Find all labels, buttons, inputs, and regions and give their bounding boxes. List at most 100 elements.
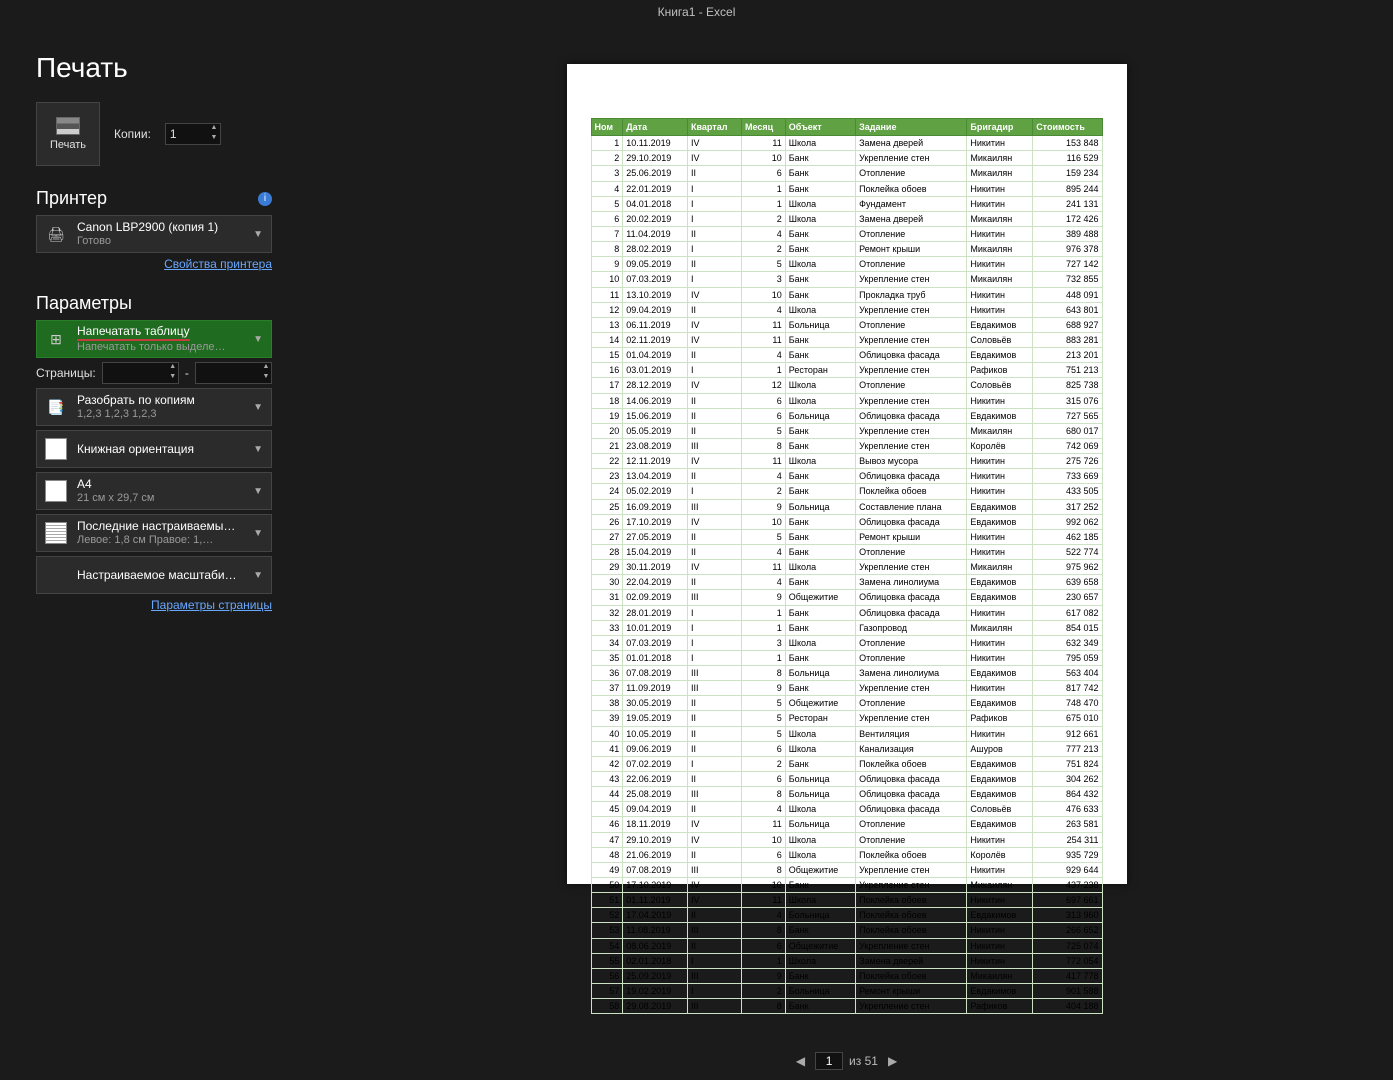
page-icon bbox=[45, 480, 67, 502]
collate-line1: Разобрать по копиям bbox=[77, 393, 243, 407]
nav-prev[interactable]: ◀ bbox=[792, 1054, 809, 1068]
margins-icon bbox=[45, 522, 67, 544]
pagesize-dropdown[interactable]: A4 21 см x 29,7 см ▼ bbox=[36, 472, 272, 510]
chevron-down-icon: ▼ bbox=[253, 570, 263, 581]
print-button-label: Печать bbox=[50, 139, 86, 151]
chevron-down-icon: ▼ bbox=[253, 444, 263, 455]
printer-properties-link[interactable]: Свойства принтера bbox=[36, 257, 272, 271]
chevron-down-icon: ▼ bbox=[253, 229, 263, 240]
table-row: 4322.06.2019II6БольницаОблицовка фасадаЕ… bbox=[591, 772, 1102, 787]
print-area-dropdown[interactable]: ⊞ Напечатать таблицу Напечатать только в… bbox=[36, 320, 272, 358]
table-row: 2405.02.2019I2БанкПоклейка обоевНикитин4… bbox=[591, 484, 1102, 499]
table-row: 5719.02.2019I2БольницаРемонт крышиЕвдаки… bbox=[591, 984, 1102, 999]
printer-dropdown[interactable]: 🖨 Canon LBP2900 (копия 1) Готово ▼ bbox=[36, 215, 272, 253]
copies-label: Копии: bbox=[114, 127, 151, 141]
pages-label: Страницы: bbox=[36, 366, 96, 380]
table-row: 2313.04.2019II4БанкОблицовка фасадаНикит… bbox=[591, 469, 1102, 484]
printer-icon bbox=[56, 117, 80, 135]
page-setup-link[interactable]: Параметры страницы bbox=[36, 598, 272, 612]
table-row: 1501.04.2019II4БанкОблицовка фасадаЕвдак… bbox=[591, 348, 1102, 363]
table-row: 5217.04.2019II4БольницаПоклейка обоевЕвд… bbox=[591, 908, 1102, 923]
table-row: 5625.09.2019III9БанкПоклейка обоевМикаил… bbox=[591, 968, 1102, 983]
printer-status: Готово bbox=[77, 235, 243, 248]
collate-dropdown[interactable]: 📑 Разобрать по копиям 1,2,3 1,2,3 1,2,3 … bbox=[36, 388, 272, 426]
scaling-dropdown[interactable]: Настраиваемое масштаби… ▼ bbox=[36, 556, 272, 594]
printer-section-title: Принтер bbox=[36, 188, 107, 209]
table-row: 4509.04.2019II4ШколаОблицовка фасадаСоло… bbox=[591, 802, 1102, 817]
print-area-line2: Напечатать только выделе… bbox=[77, 341, 243, 354]
table-row: 5829.08.2019III8БанкУкрепление стенРафик… bbox=[591, 999, 1102, 1014]
nav-next[interactable]: ▶ bbox=[884, 1054, 901, 1068]
table-row: 2930.11.2019IV11ШколаУкрепление стенМика… bbox=[591, 560, 1102, 575]
table-row: 2005.05.2019II5БанкУкрепление стенМикаил… bbox=[591, 423, 1102, 438]
table-row: 3407.03.2019I3ШколаОтоплениеНикитин632 3… bbox=[591, 635, 1102, 650]
table-row: 4010.05.2019II5ШколаВентиляцияНикитин912… bbox=[591, 726, 1102, 741]
table-header: Месяц bbox=[742, 119, 786, 136]
margins-line2: Левое: 1,8 см Правое: 1,… bbox=[77, 534, 243, 547]
copies-down[interactable]: ▼ bbox=[208, 134, 220, 144]
orientation-line1: Книжная ориентация bbox=[77, 442, 243, 456]
table-header: Дата bbox=[623, 119, 688, 136]
table-row: 1306.11.2019IV11БольницаОтоплениеЕвдаким… bbox=[591, 317, 1102, 332]
table-row: 4618.11.2019IV11БольницаОтоплениеЕвдаким… bbox=[591, 817, 1102, 832]
table-row: 620.02.2019I2ШколаЗамена дверейМикаилян1… bbox=[591, 211, 1102, 226]
pages-from[interactable]: ▲▼ bbox=[102, 362, 179, 384]
chevron-down-icon: ▼ bbox=[253, 528, 263, 539]
table-row: 2516.09.2019III9БольницаСоставление план… bbox=[591, 499, 1102, 514]
app-title: Книга1 - Excel bbox=[0, 0, 1393, 24]
params-section-title: Параметры bbox=[36, 293, 132, 314]
table-header: Стоимость bbox=[1033, 119, 1102, 136]
table-row: 422.01.2019I1БанкПоклейка обоевНикитин89… bbox=[591, 181, 1102, 196]
table-row: 3607.08.2019III8БольницаЗамена линолиума… bbox=[591, 666, 1102, 681]
table-row: 3102.09.2019III9ОбщежитиеОблицовка фасад… bbox=[591, 590, 1102, 605]
preview-page: НомДатаКварталМесяцОбъектЗаданиеБригадир… bbox=[567, 64, 1127, 884]
pagesize-line2: 21 см x 29,7 см bbox=[77, 492, 243, 505]
table-row: 3919.05.2019II5РесторанУкрепление стенРа… bbox=[591, 711, 1102, 726]
table-row: 2123.08.2019III8БанкУкрепление стенКорол… bbox=[591, 438, 1102, 453]
table-header: Бригадир bbox=[967, 119, 1033, 136]
table-row: 1007.03.2019I3БанкУкрепление стенМикаиля… bbox=[591, 272, 1102, 287]
table-row: 2212.11.2019IV11ШколаВывоз мусораНикитин… bbox=[591, 454, 1102, 469]
pages-to-input[interactable] bbox=[196, 363, 261, 383]
table-row: 3711.09.2019III9БанкУкрепление стенНикит… bbox=[591, 681, 1102, 696]
table-row: 4907.08.2019III8ОбщежитиеУкрепление стен… bbox=[591, 862, 1102, 877]
print-button[interactable]: Печать bbox=[36, 102, 100, 166]
page-title: Печать bbox=[36, 52, 272, 84]
table-row: 2617.10.2019IV10БанкОблицовка фасадаЕвда… bbox=[591, 514, 1102, 529]
table-row: 5311.08.2019III8БанкПоклейка обоевНикити… bbox=[591, 923, 1102, 938]
scaling-line1: Настраиваемое масштаби… bbox=[77, 568, 243, 582]
collate-icon: 📑 bbox=[45, 396, 67, 418]
copies-up[interactable]: ▲ bbox=[208, 124, 220, 134]
nav-page-input[interactable] bbox=[815, 1052, 843, 1070]
printer-small-icon: 🖨 bbox=[45, 223, 67, 245]
page-navigation: ◀ из 51 ▶ bbox=[300, 1048, 1393, 1074]
table-row: 4821.06.2019II6ШколаПоклейка обоевКоролё… bbox=[591, 847, 1102, 862]
pages-from-input[interactable] bbox=[103, 363, 168, 383]
table-row: 110.11.2019IV11ШколаЗамена дверейНикитин… bbox=[591, 136, 1102, 151]
print-settings-panel: Печать Печать Копии: ▲ ▼ Принтер i 🖨 Can… bbox=[0, 24, 300, 1044]
table-row: 1915.06.2019II6БольницаОблицовка фасадаЕ… bbox=[591, 408, 1102, 423]
copies-spinner[interactable]: ▲ ▼ bbox=[165, 123, 221, 145]
margins-line1: Последние настраиваемы… bbox=[77, 519, 243, 533]
print-preview: НомДатаКварталМесяцОбъектЗаданиеБригадир… bbox=[300, 24, 1393, 1044]
table-row: 1814.06.2019II6ШколаУкрепление стенНикит… bbox=[591, 393, 1102, 408]
table-icon: ⊞ bbox=[45, 328, 67, 350]
chevron-down-icon: ▼ bbox=[253, 334, 263, 345]
preview-table: НомДатаКварталМесяцОбъектЗаданиеБригадир… bbox=[591, 118, 1103, 1014]
table-row: 828.02.2019I2БанкРемонт крышиМикаилян976… bbox=[591, 242, 1102, 257]
margins-dropdown[interactable]: Последние настраиваемы… Левое: 1,8 см Пр… bbox=[36, 514, 272, 552]
table-row: 1402.11.2019IV11БанкУкрепление стенСолов… bbox=[591, 332, 1102, 347]
table-row: 1603.01.2019I1РесторанУкрепление стенРаф… bbox=[591, 363, 1102, 378]
info-icon[interactable]: i bbox=[258, 192, 272, 206]
table-row: 5101.11.2019IV11ШколаПоклейка обоевНикит… bbox=[591, 893, 1102, 908]
table-row: 909.05.2019II5ШколаОтоплениеНикитин727 1… bbox=[591, 257, 1102, 272]
copies-input[interactable] bbox=[166, 124, 208, 144]
table-header: Задание bbox=[856, 119, 967, 136]
print-area-line1: Напечатать таблицу bbox=[77, 324, 243, 341]
table-row: 2727.05.2019II5БанкРемонт крышиНикитин46… bbox=[591, 529, 1102, 544]
table-row: 3022.04.2019II4БанкЗамена линолиумаЕвдак… bbox=[591, 575, 1102, 590]
collate-line2: 1,2,3 1,2,3 1,2,3 bbox=[77, 408, 243, 421]
orientation-dropdown[interactable]: Книжная ориентация ▼ bbox=[36, 430, 272, 468]
table-header: Объект bbox=[785, 119, 855, 136]
pages-to[interactable]: ▲▼ bbox=[195, 362, 272, 384]
